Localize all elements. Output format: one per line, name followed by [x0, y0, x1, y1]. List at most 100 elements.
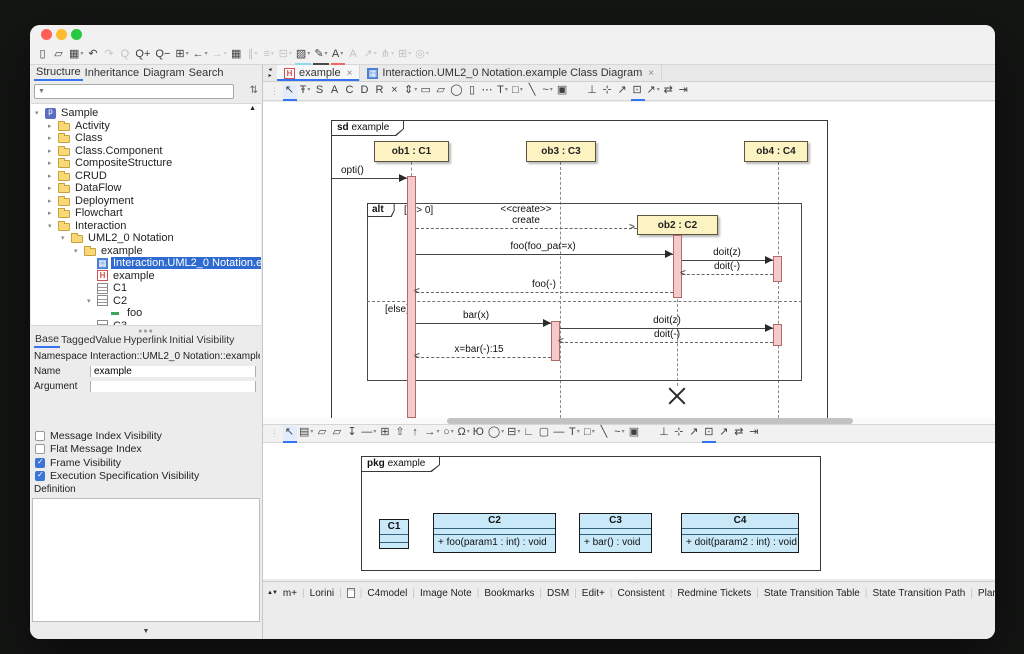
zoom-in-icon[interactable]: Q+ [134, 48, 152, 63]
message-label[interactable]: bar(x) [463, 310, 489, 321]
line-jump-icon[interactable]: ↗▾ [646, 84, 661, 99]
definition-textarea[interactable] [32, 498, 260, 622]
class-c1[interactable]: C1 [379, 519, 409, 549]
tree-item[interactable]: C1 [31, 282, 261, 295]
panel-collapse-arrows[interactable]: ◂▸ [263, 65, 277, 81]
message-label[interactable]: x=bar(-):15 [454, 344, 503, 355]
tree-item[interactable]: ▾ UML2_0 Notation [31, 232, 261, 245]
fit-view-icon[interactable]: ⊞▾ [174, 48, 189, 63]
tree-expander[interactable]: ▾ [61, 234, 71, 242]
note-anchor-icon[interactable]: ⋯ [481, 84, 495, 99]
hierarchy-icon[interactable]: ⋔▾ [380, 48, 395, 63]
align-vertical-icon[interactable]: ⊥ [586, 84, 600, 99]
activation-ob1[interactable] [407, 176, 416, 418]
status-bar-item[interactable]: PlantUML View [978, 588, 995, 599]
curve-icon[interactable]: ~▾ [541, 84, 555, 99]
alt-fragment-label[interactable]: alt [367, 203, 395, 217]
message-label[interactable]: foo(foo_par=x) [510, 241, 575, 252]
tree-expander[interactable]: ▸ [48, 147, 58, 155]
snap-grid-icon[interactable]: ⊡ [631, 84, 645, 99]
stop-icon[interactable]: × [388, 84, 402, 99]
tree-item[interactable]: Interaction.UML2_0 Notation.exam [31, 257, 261, 270]
checkbox-row[interactable]: Message Index Visibility [35, 429, 260, 442]
checkbox-row[interactable]: Frame Visibility [35, 456, 260, 469]
close-window-button[interactable] [41, 29, 52, 40]
image-icon[interactable]: ▣ [556, 84, 570, 99]
editor-tab[interactable]: Interaction.UML2_0 Notation.example Clas… [360, 65, 662, 81]
rect-icon[interactable]: □▾ [511, 84, 525, 99]
status-bar-item[interactable]: Lorini [310, 588, 347, 599]
realization-arrow-icon[interactable]: ↑ [408, 426, 422, 441]
checkbox-row[interactable]: Execution Specification Visibility [35, 470, 260, 483]
pointer-icon[interactable]: ↖ [283, 426, 297, 441]
left-panel-tab[interactable]: Inheritance [83, 67, 141, 80]
name-field[interactable] [90, 366, 256, 377]
curve-icon[interactable]: ~▾ [612, 426, 626, 441]
sort-icon[interactable]: ⇅ [250, 85, 258, 96]
combined-fragment-icon[interactable]: ▭ [419, 84, 433, 99]
tree-item[interactable]: ▾ Sample [31, 107, 261, 120]
activation-ob4-first[interactable] [773, 256, 782, 282]
dependency-icon[interactable]: →▾ [423, 426, 440, 441]
message-opti[interactable] [331, 178, 407, 179]
same-width-icon[interactable]: ⇄ [662, 84, 676, 99]
checkbox[interactable] [35, 431, 45, 441]
usage-icon[interactable]: Ю [472, 426, 486, 441]
tree-expander[interactable]: ▸ [48, 122, 58, 130]
pin-icon[interactable]: ↧ [345, 426, 359, 441]
lifeline-ob1[interactable] [411, 162, 412, 176]
lifeline-head-ob4[interactable]: ob4 : C4 [744, 141, 808, 162]
line-icon[interactable]: ╲ [526, 84, 540, 99]
pointer-icon[interactable]: ↖ [283, 84, 297, 99]
tree-scroll-up-icon[interactable]: ▲ [249, 105, 256, 112]
lifeline-head-ob1[interactable]: ob1 : C1 [374, 141, 449, 162]
arrange-icon[interactable]: ⊟▾ [278, 48, 293, 63]
tree-expander[interactable]: ▾ [48, 222, 58, 230]
same-width-icon[interactable]: ⇄ [732, 426, 746, 441]
tree-item[interactable]: ▸ Class [31, 132, 261, 145]
diagram-map-icon[interactable]: ▦ [230, 48, 244, 63]
gap[interactable] [571, 84, 585, 99]
checkbox[interactable] [35, 471, 45, 481]
message-foo[interactable] [416, 254, 673, 255]
panel-updown-icon[interactable]: ▲▼ [267, 590, 277, 596]
left-panel-tab[interactable]: Structure [34, 66, 83, 81]
tree-item[interactable]: ▸ CompositeStructure [31, 157, 261, 170]
tree-expander[interactable]: ▸ [48, 159, 58, 167]
indent-icon[interactable]: ⇥ [677, 84, 691, 99]
rect-icon[interactable]: □▾ [582, 426, 596, 441]
state-invariant-icon[interactable]: ◯ [449, 84, 464, 99]
tree-filter-input[interactable] [34, 84, 234, 99]
line-jump-icon[interactable]: ↗ [717, 426, 731, 441]
tab-close-icon[interactable]: × [648, 68, 654, 79]
class-icon[interactable]: ▤▾ [298, 426, 314, 441]
component-icon[interactable]: ⊟▾ [506, 426, 521, 441]
line-style-icon[interactable]: ↗▾ [363, 48, 378, 63]
status-bar-item[interactable]: Edit+ [582, 588, 618, 599]
message-bar-return[interactable] [416, 357, 551, 358]
message-doit-return-1[interactable] [682, 274, 773, 275]
minimize-window-button[interactable] [56, 29, 67, 40]
status-bar-item[interactable]: m+ [283, 588, 310, 599]
font-color-icon[interactable]: A▾ [331, 48, 345, 63]
else-guard[interactable]: [else] [385, 304, 409, 315]
align-side-icon[interactable]: ∥▾ [246, 48, 260, 63]
status-bar-item[interactable]: DSM [547, 588, 582, 599]
align-vertical-icon[interactable]: ⊥ [657, 426, 671, 441]
create-message-icon[interactable]: C [343, 84, 357, 99]
tree-expander[interactable]: ▾ [74, 247, 84, 255]
tree-item[interactable]: ▸ DataFlow [31, 182, 261, 195]
image-icon[interactable]: ▣ [627, 426, 641, 441]
class-c3[interactable]: C3 + bar() : void [579, 513, 652, 553]
web-publish-icon[interactable]: ◎▾ [414, 48, 430, 63]
message-label[interactable]: opti() [341, 165, 364, 176]
align-stack-icon[interactable]: ≡▾ [262, 48, 276, 63]
snap-grid-icon[interactable]: ⊡ [702, 426, 716, 441]
panel-scroll-down-icon[interactable]: ▼ [30, 628, 262, 635]
status-bar-item[interactable]: Redmine Tickets [677, 588, 764, 599]
package-icon[interactable]: ▱ [315, 426, 329, 441]
tree-expander[interactable]: ▸ [48, 184, 58, 192]
message-label[interactable]: doit(z) [653, 315, 681, 326]
align-horizontal-icon[interactable]: ⊹ [601, 84, 615, 99]
note-icon[interactable]: ▯ [466, 84, 480, 99]
